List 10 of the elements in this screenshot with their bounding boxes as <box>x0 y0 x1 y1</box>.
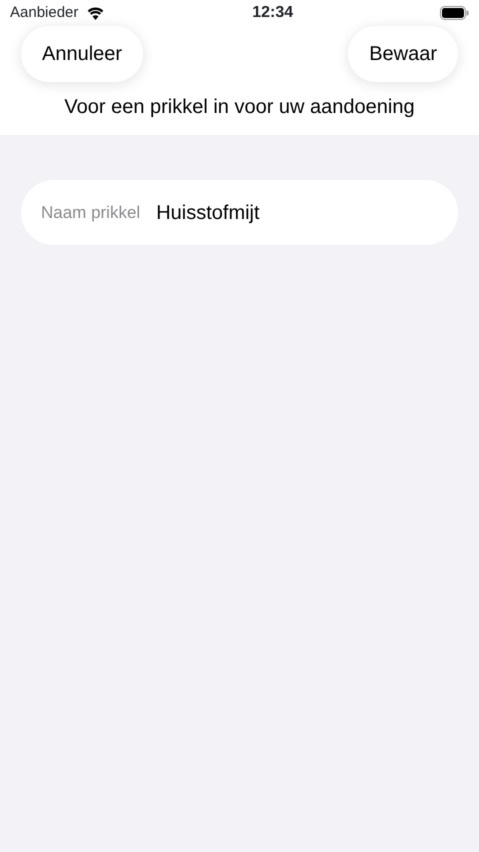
carrier-name: Aanbieder <box>10 2 78 23</box>
name-field[interactable]: Naam prikkel Huisstofmijt <box>21 180 458 245</box>
field-label: Naam prikkel <box>41 202 140 224</box>
battery-icon <box>440 6 469 20</box>
name-input[interactable]: Huisstofmijt <box>156 198 438 228</box>
clock-time: 12:34 <box>252 3 294 23</box>
save-button[interactable]: Bewaar <box>348 26 458 82</box>
screen-subtitle: Voor een prikkel in voor uw aandoening <box>63 95 416 120</box>
cancel-button[interactable]: Annuleer <box>21 26 144 82</box>
wifi-icon <box>86 6 106 20</box>
